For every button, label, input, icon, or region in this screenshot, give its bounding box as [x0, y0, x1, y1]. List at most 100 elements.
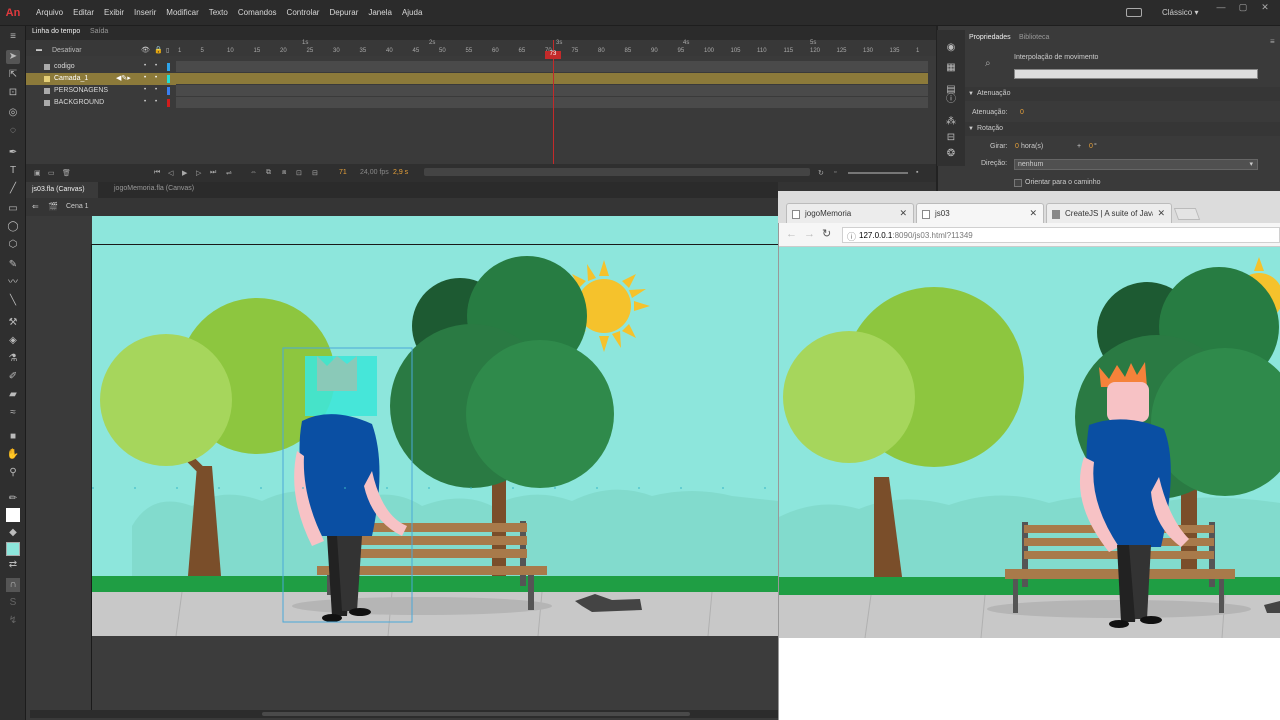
go-last-frame-icon[interactable]: ⏭ — [210, 169, 216, 177]
frame-row-codigo[interactable] — [176, 61, 928, 73]
brush-tool-icon[interactable]: ╲ — [6, 294, 20, 308]
step-forward-icon[interactable]: ▷ — [196, 169, 201, 177]
tab-js03[interactable]: js03.fla (Canvas) — [26, 182, 98, 198]
new-tab-button[interactable] — [1173, 208, 1201, 220]
color-panel-icon[interactable]: ◉ — [945, 42, 957, 54]
paint-bucket-tool-icon[interactable]: ◈ — [6, 334, 20, 348]
menu-arquivo[interactable]: Arquivo — [31, 0, 68, 26]
components-panel-icon[interactable]: ❂ — [945, 148, 957, 160]
play-icon[interactable]: ▶ — [182, 169, 187, 177]
panel-collapse-icon[interactable]: ≡ — [6, 30, 20, 44]
menu-inserir[interactable]: Inserir — [129, 0, 161, 26]
text-tool-icon[interactable]: T — [6, 164, 20, 178]
visibility-dot[interactable]: • — [144, 75, 146, 81]
menu-janela[interactable]: Janela — [363, 0, 397, 26]
section-rotation[interactable]: ▼ Rotação — [965, 122, 1280, 136]
browser-tab-js03[interactable]: js03 ✕ — [916, 203, 1044, 223]
layer-color-swatch[interactable] — [167, 63, 170, 71]
layer-color-swatch[interactable] — [167, 87, 170, 95]
rotate-degrees-value[interactable]: 0 — [1089, 143, 1093, 150]
menu-comandos[interactable]: Comandos — [233, 0, 282, 26]
close-tab-icon[interactable]: ✕ — [1157, 208, 1165, 219]
menu-modificar[interactable]: Modificar — [161, 0, 203, 26]
close-tab-icon[interactable]: ✕ — [1029, 208, 1037, 219]
new-layer-icon[interactable]: ▣ — [34, 169, 41, 177]
back-arrow-icon[interactable]: ⇐ — [32, 202, 39, 211]
canvas-horizontal-scrollbar[interactable] — [30, 710, 778, 718]
back-icon[interactable]: ← — [786, 228, 797, 240]
timeline-zoom-slider[interactable] — [848, 172, 908, 174]
easing-value[interactable]: 0 — [1020, 109, 1024, 116]
eyedropper-tool-icon[interactable]: ✐ — [6, 370, 20, 384]
playhead[interactable] — [553, 40, 554, 180]
section-easing[interactable]: ▼ Atenuação — [965, 87, 1280, 101]
menu-controlar[interactable]: Controlar — [282, 0, 325, 26]
frame-row-personagens[interactable] — [176, 85, 928, 97]
selection-tool-icon[interactable]: ➤ — [6, 50, 20, 64]
hand-tool-icon[interactable]: ✋ — [6, 448, 20, 462]
motion-presets-icon[interactable]: ⁂ — [945, 116, 957, 128]
go-first-frame-icon[interactable]: ⏮ — [154, 169, 160, 177]
close-icon[interactable]: ✕ — [1254, 2, 1276, 13]
tween-name-field[interactable] — [1014, 69, 1258, 79]
visibility-dot[interactable]: • — [144, 63, 146, 69]
close-tab-icon[interactable]: ✕ — [899, 208, 907, 219]
visibility-dot[interactable]: • — [144, 99, 146, 105]
menu-ajuda[interactable]: Ajuda — [397, 0, 427, 26]
fill-color-icon[interactable]: ◆ — [6, 526, 20, 540]
lock-dot[interactable]: • — [155, 87, 157, 93]
layer-personagens[interactable]: PERSONAGENS • • — [26, 85, 176, 97]
show-all-icon[interactable]: 👁 — [141, 46, 150, 54]
scene-name[interactable]: Cena 1 — [66, 203, 89, 210]
camera-tool-icon[interactable]: ■ — [6, 430, 20, 444]
bone-tool-icon[interactable]: ⚒ — [6, 316, 20, 330]
layer-camada-1[interactable]: Camada_1 ◀✎▸ • • — [26, 73, 176, 85]
lock-dot[interactable]: • — [155, 63, 157, 69]
delete-layer-icon[interactable]: 🗑 — [62, 169, 71, 177]
panel-menu-icon[interactable]: ≡ — [1270, 37, 1275, 46]
stroke-swatch[interactable] — [6, 508, 20, 522]
onion-outline-icon[interactable]: ⧈ — [282, 169, 286, 177]
menu-exibir[interactable]: Exibir — [99, 0, 129, 26]
polystar-tool-icon[interactable]: ⬡ — [6, 238, 20, 252]
minimize-icon[interactable]: — — [1210, 2, 1232, 13]
tab-jogomemoria[interactable]: jogoMemoria.fla (Canvas) — [114, 185, 194, 192]
3d-rotation-tool-icon[interactable]: ◎ — [6, 106, 20, 120]
free-transform-tool-icon[interactable]: ⊡ — [6, 86, 20, 100]
frame-readout[interactable]: 71 — [339, 169, 347, 176]
rectangle-tool-icon[interactable]: ▭ — [6, 202, 20, 216]
frame-row-camada-1[interactable] — [176, 73, 928, 85]
modify-markers-icon[interactable]: ⊟ — [312, 169, 318, 177]
browser-tab-createjs[interactable]: CreateJS | A suite of Java ✕ — [1046, 203, 1172, 223]
tab-library[interactable]: Biblioteca — [1019, 34, 1049, 41]
visibility-dot[interactable]: • — [144, 87, 146, 93]
step-back-icon[interactable]: ◁ — [168, 169, 173, 177]
rotate-hours-value[interactable]: 0 — [1015, 143, 1019, 150]
timeline-scrollbar[interactable] — [424, 168, 810, 176]
keyboard-icon[interactable] — [1126, 8, 1142, 17]
layer-color-swatch[interactable] — [167, 75, 170, 83]
loop-icon[interactable]: ⇌ — [226, 169, 232, 177]
zoom-out-timeline-icon[interactable]: ▫ — [834, 169, 836, 176]
width-tool-icon[interactable]: ≈ — [6, 406, 20, 420]
ink-bottle-tool-icon[interactable]: ⚗ — [6, 352, 20, 366]
workspace-switcher[interactable]: Clássico ▾ — [1162, 8, 1198, 17]
lock-all-icon[interactable]: 🔒 — [154, 46, 163, 54]
layer-background[interactable]: BACKGROUND • • — [26, 97, 176, 109]
browser-page-canvas[interactable] — [779, 247, 1280, 638]
align-panel-icon[interactable]: ▦ — [945, 62, 957, 74]
paint-brush-tool-icon[interactable]: 〰 — [6, 276, 20, 290]
oval-tool-icon[interactable]: ◯ — [6, 220, 20, 234]
lasso-tool-icon[interactable]: ◌ — [6, 124, 20, 138]
zoom-in-timeline-icon[interactable]: ▪ — [916, 169, 918, 176]
frames-area[interactable] — [176, 56, 928, 180]
browser-tab-jogomemoria[interactable]: jogoMemoria ✕ — [786, 203, 914, 223]
swap-colors-icon[interactable]: ⇄ — [6, 558, 20, 572]
tab-timeline[interactable]: Linha do tempo — [32, 28, 80, 35]
reload-icon[interactable]: ↻ — [822, 227, 831, 240]
tab-output[interactable]: Saída — [90, 28, 108, 35]
tab-properties[interactable]: Propriedades — [969, 34, 1011, 41]
transform-panel-icon[interactable]: ⊟ — [945, 132, 957, 144]
menu-depurar[interactable]: Depurar — [324, 0, 363, 26]
orient-path-checkbox[interactable] — [1014, 179, 1022, 187]
